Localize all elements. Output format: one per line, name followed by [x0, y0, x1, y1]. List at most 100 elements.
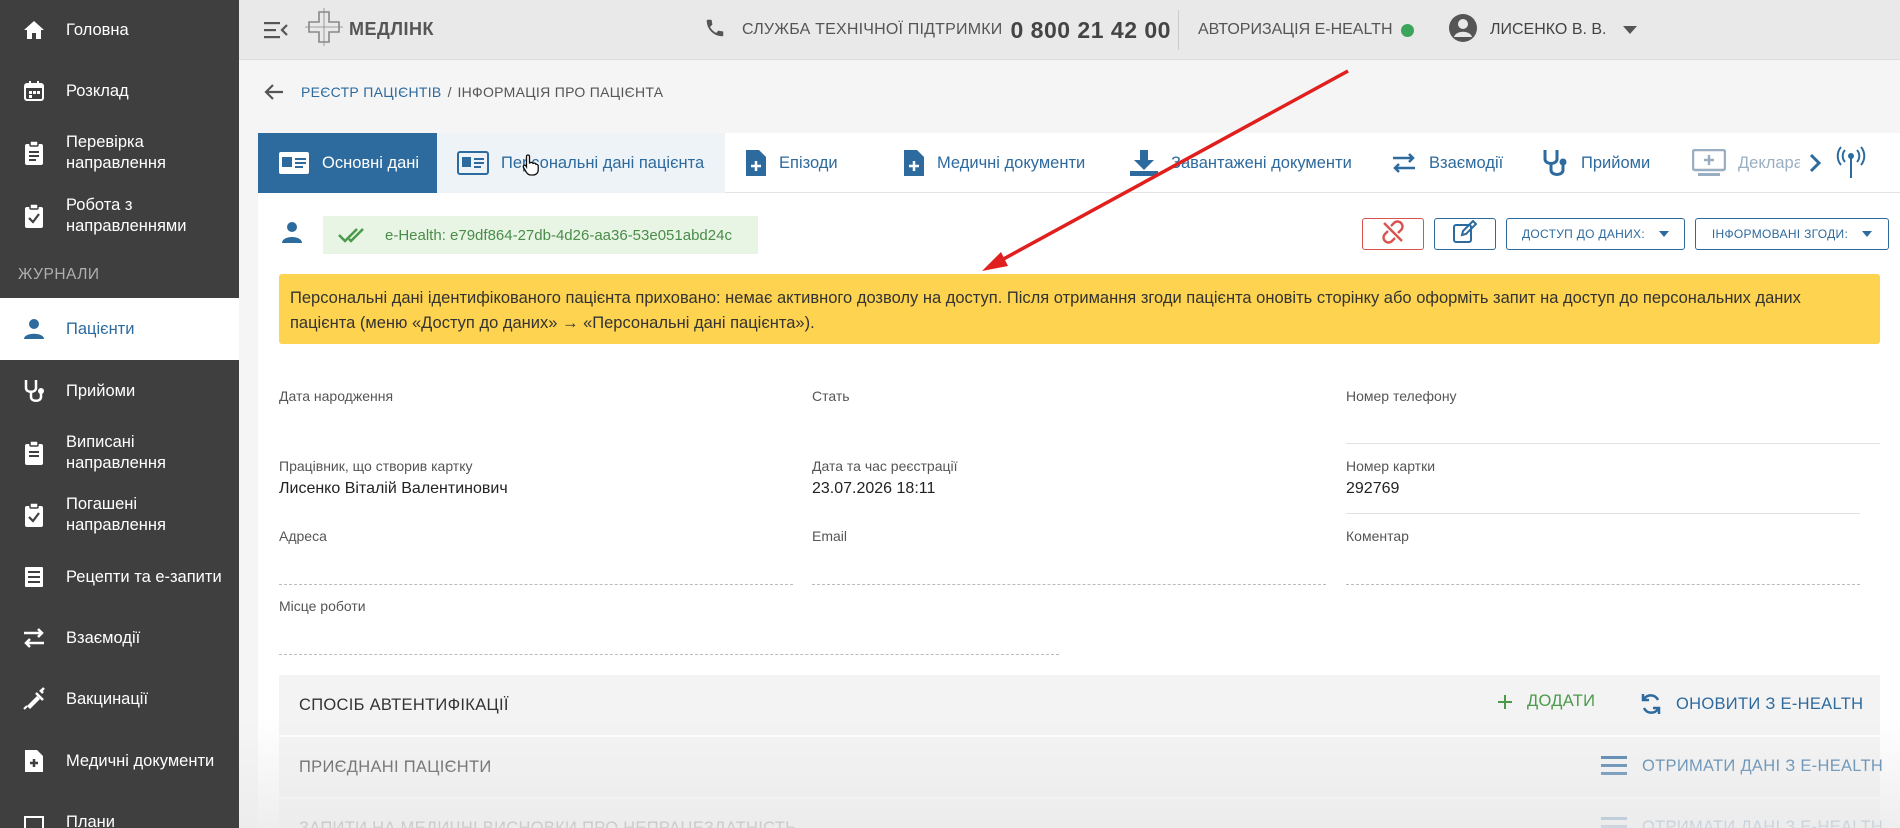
double-check-icon — [337, 227, 367, 243]
sidebar-item-patients[interactable]: Пацієнти — [0, 298, 239, 360]
ehealth-auth-label: АВТОРИЗАЦІЯ E-HEALTH — [1198, 21, 1393, 38]
person-icon — [20, 315, 48, 343]
field-underline — [1346, 584, 1860, 585]
chevron-down-icon — [1659, 231, 1669, 237]
sidebar-item-redeemed-referrals[interactable]: Погашені направлення — [0, 484, 239, 546]
tab-main-data[interactable]: Основні дані — [258, 133, 437, 193]
support-phone: 0 800 21 42 00 — [1010, 16, 1171, 43]
field-value — [279, 620, 1059, 640]
field-label: Коментар — [1346, 528, 1409, 544]
sidebar-item-medical-docs[interactable]: Медичні документи — [0, 730, 239, 792]
user-name: ЛИСЕНКО В. В. — [1490, 21, 1607, 38]
sidebar-item-label: Розклад — [66, 81, 129, 100]
field-card-number: Номер картки 292769 — [1346, 458, 1860, 514]
sidebar-item-label: Робота з направленнями — [66, 196, 187, 235]
menu-icon — [1600, 815, 1628, 828]
hand-cursor-icon — [522, 154, 542, 176]
ehealth-auth-button[interactable]: АВТОРИЗАЦІЯ E-HEALTH — [1198, 0, 1414, 60]
list-icon — [20, 563, 48, 591]
sidebar-item-appointments[interactable]: Прийоми — [0, 360, 239, 422]
tab-interactions[interactable]: Взаємодії — [1371, 133, 1521, 193]
breadcrumb: РЕЄСТР ПАЦІЄНТІВ / ІНФОРМАЦІЯ ПРО ПАЦІЄН… — [263, 80, 663, 104]
field-phone: Номер телефону — [1346, 388, 1880, 444]
document-plus-icon — [20, 747, 48, 775]
field-workplace: Місце роботи — [279, 598, 1059, 655]
clipboard-icon — [20, 439, 48, 467]
sidebar-item-referral-check[interactable]: Перевірка направлення — [0, 122, 239, 184]
edit-icon — [1452, 219, 1478, 249]
tab-label: Медичні документи — [937, 153, 1086, 172]
back-arrow-icon[interactable] — [263, 81, 285, 103]
sidebar-item-issued-referrals[interactable]: Виписані направлення — [0, 422, 239, 484]
fetch-linked-patients-button[interactable]: ОТРИМАТИ ДАНІ З E-HEALTH — [1600, 754, 1883, 778]
field-label: Адреса — [279, 528, 327, 544]
tab-appointments[interactable]: Прийоми — [1521, 133, 1672, 193]
unlink-icon — [1381, 219, 1405, 249]
sidebar: Головна Розклад Перевірка направлення Ро… — [0, 0, 239, 828]
sidebar-item-prescriptions[interactable]: Рецепти та е-запити — [0, 546, 239, 608]
monitor-plus-icon — [1692, 149, 1726, 177]
tab-medical-docs[interactable]: Медичні документи — [883, 133, 1109, 193]
sidebar-item-label: Прийоми — [66, 381, 136, 400]
section-title: ЗАПИТИ НА МЕДИЧНІ ВИСНОВКИ ПРО НЕПРАЦЕЗД… — [299, 819, 797, 828]
field-underline — [279, 654, 1059, 655]
dropdown-label: ДОСТУП ДО ДАНИХ: — [1522, 227, 1645, 241]
logo-text: МЕДЛІНК — [349, 19, 434, 39]
app-logo[interactable]: МЕДЛІНК — [305, 8, 434, 51]
tab-uploaded-docs[interactable]: Завантажені документи — [1109, 133, 1371, 193]
ehealth-id-badge: e-Health: e79df864-27db-4d26-aa36-53e051… — [323, 216, 758, 254]
stethoscope-icon — [20, 377, 48, 405]
sidebar-item-home[interactable]: Головна — [0, 0, 239, 60]
field-label: Місце роботи — [279, 598, 366, 614]
chevron-down-icon — [1862, 231, 1873, 237]
sidebar-item-label: Головна — [66, 20, 129, 39]
edit-button[interactable] — [1434, 218, 1496, 250]
stethoscope-icon — [1541, 148, 1569, 178]
tab-label: Завантажені документи — [1171, 153, 1352, 172]
refresh-from-ehealth-button[interactable]: ОНОВИТИ З E-HEALTH — [1640, 692, 1863, 716]
field-underline — [279, 584, 793, 585]
ehealth-status-indicator — [1400, 23, 1414, 37]
signal-icon[interactable] — [1834, 133, 1868, 193]
refresh-label: ОНОВИТИ З E-HEALTH — [1676, 694, 1864, 713]
download-icon — [1129, 149, 1159, 177]
calendar-icon — [20, 77, 48, 105]
fetch-label: ОТРИМАТИ ДАНІ З E-HEALTH — [1642, 817, 1884, 828]
unlink-button[interactable] — [1362, 218, 1424, 250]
section-title: СПОСІБ АВТЕНТИФІКАЦІЇ — [299, 695, 509, 714]
menu-collapse-icon[interactable] — [261, 15, 291, 45]
fetch-sick-leave-button[interactable]: ОТРИМАТИ ДАНІ З E-HEALTH — [1600, 815, 1883, 828]
field-label: Стать — [812, 388, 850, 404]
sidebar-item-schedule[interactable]: Розклад — [0, 60, 239, 122]
phone-icon — [704, 17, 726, 44]
breadcrumb-link-registry[interactable]: РЕЄСТР ПАЦІЄНТІВ — [301, 84, 442, 100]
person-icon — [280, 220, 304, 244]
add-auth-method-button[interactable]: ДОДАТИ — [1497, 692, 1595, 711]
sidebar-item-referrals-work[interactable]: Робота з направленнями — [0, 184, 239, 248]
clipboard-check-icon — [20, 202, 48, 230]
sidebar-item-plans[interactable]: Плани — [0, 792, 239, 828]
field-value — [279, 410, 793, 430]
field-value — [1346, 550, 1860, 570]
sidebar-item-label: Плани — [66, 812, 115, 828]
sidebar-item-label: Виписані направлення — [66, 433, 166, 472]
sidebar-item-label: Рецепти та е-запити — [66, 567, 222, 586]
sidebar-item-interactions[interactable]: Взаємодії — [0, 608, 239, 668]
consents-dropdown[interactable]: ІНФОРМОВАНІ ЗГОДИ: — [1695, 218, 1889, 250]
field-underline — [1346, 513, 1860, 514]
divider — [1178, 10, 1179, 50]
swap-icon — [20, 624, 48, 652]
sidebar-item-label: Взаємодії — [66, 628, 141, 647]
sidebar-item-label: Вакцинації — [66, 689, 149, 708]
user-menu[interactable]: ЛИСЕНКО В. В. — [1448, 0, 1637, 60]
field-label: Працівник, що створив картку — [279, 458, 473, 474]
sidebar-item-vaccinations[interactable]: Вакцинації — [0, 668, 239, 730]
field-address: Адреса — [279, 528, 793, 585]
tab-personal-data[interactable]: Персональні дані пацієнта — [437, 133, 725, 193]
field-gender: Стать — [812, 388, 1326, 444]
tab-declarations[interactable]: Декларації — [1672, 133, 1800, 193]
tabs-scroll-right-icon[interactable] — [1800, 133, 1830, 193]
document-plus-icon — [745, 149, 767, 177]
tab-episodes[interactable]: Епізоди — [725, 133, 883, 193]
data-access-dropdown[interactable]: ДОСТУП ДО ДАНИХ: — [1506, 218, 1685, 250]
